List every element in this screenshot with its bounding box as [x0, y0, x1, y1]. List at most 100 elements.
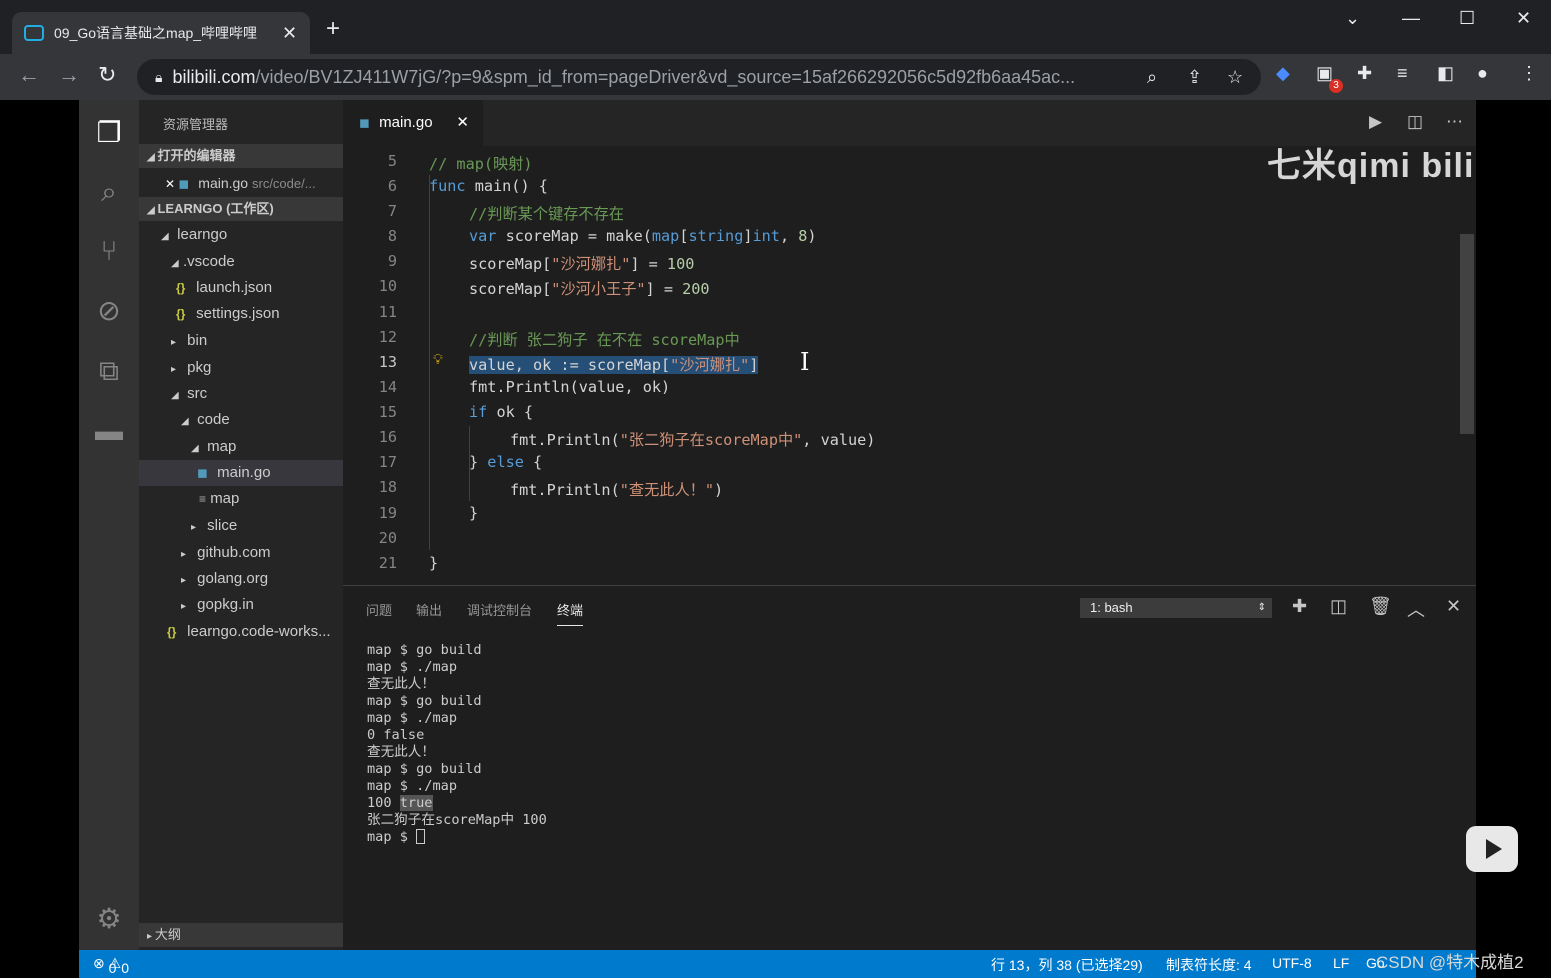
terminal-text: 100 [367, 795, 400, 811]
bookmark-star-icon[interactable]: ☆ [1227, 67, 1243, 88]
tree-folder-slice[interactable]: ▸ slice [139, 513, 343, 539]
close-tab-icon[interactable]: ✕ [282, 23, 297, 44]
editor-tab-label: main.go [379, 114, 433, 131]
tab-size[interactable]: 制表符长度: 4 [1166, 955, 1252, 975]
browser-menu-icon[interactable]: ⋮ [1520, 63, 1538, 84]
tree-file-map-binary[interactable]: ≡ map [139, 486, 343, 512]
terminal-line: map $ go build [367, 693, 482, 709]
search-icon[interactable]: ⌕ [92, 175, 126, 209]
url-path: /video/BV1ZJ411W7jG/?p=9&spm_id_from=pag… [255, 66, 1076, 87]
zoom-icon[interactable]: ⌕ [1147, 67, 1157, 88]
cursor-position[interactable]: 行 13，列 38 (已选择29) [991, 955, 1143, 975]
tab-terminal[interactable]: 终端 [557, 600, 584, 626]
tree-folder-vscode[interactable]: ◢ .vscode [139, 249, 343, 275]
split-editor-icon[interactable]: ◫ [1407, 112, 1423, 132]
close-panel-icon[interactable]: ✕ [1446, 596, 1461, 617]
outline-section[interactable]: ▸ 大纲 [139, 923, 343, 947]
extensions-puzzle-icon[interactable]: ✚ [1357, 63, 1372, 84]
errors-indicator[interactable]: ⊗ 0 ⚠︎ 0 [93, 955, 129, 976]
editor-tab-main-go[interactable]: ◼ main.go ✕ [343, 100, 483, 146]
open-editor-item[interactable]: ✕ ◼ main.go src/code/... [139, 170, 343, 196]
tab-search-icon[interactable]: ⌄ [1345, 8, 1360, 29]
back-icon[interactable]: ← [18, 64, 40, 86]
workspace-section[interactable]: ◢ LEARNGO (工作区) [139, 197, 343, 221]
side-panel-icon[interactable]: ◧ [1437, 63, 1454, 84]
debug-icon[interactable]: ⊘ [92, 294, 126, 328]
tree-folder-github[interactable]: ▸ github.com [139, 540, 343, 566]
new-tab-button[interactable]: + [326, 17, 340, 41]
extensions-icon[interactable]: ⧉ [92, 354, 126, 388]
tab-output[interactable]: 输出 [416, 600, 442, 619]
open-editor-path: src/code/... [251, 176, 316, 191]
tree-label: launch.json [196, 279, 273, 296]
settings-gear-icon[interactable]: ⚙ [92, 902, 126, 936]
tree-file-launch-json[interactable]: {} launch.json [139, 275, 343, 301]
terminal-line: 100 true [367, 795, 547, 812]
trash-icon[interactable]: 🗑︎ [1369, 596, 1392, 617]
terminal-line: map $ go build [367, 761, 482, 777]
tree-folder-golang[interactable]: ▸ golang.org [139, 566, 343, 592]
code-line: fmt.Println("张二狗子在scoreMap中", value) [510, 428, 875, 450]
tree-folder-gopkg[interactable]: ▸ gopkg.in [139, 592, 343, 618]
run-icon[interactable]: ▶ [1369, 112, 1382, 132]
split-terminal-icon[interactable]: ◫ [1330, 596, 1347, 617]
browser-tab[interactable]: 09_Go语言基础之map_哔哩哔哩 ✕ [12, 12, 310, 54]
tree-file-settings-json[interactable]: {} settings.json [139, 301, 343, 327]
tab-problems[interactable]: 问题 [366, 600, 392, 619]
tree-label: github.com [197, 544, 271, 561]
tree-folder-src[interactable]: ◢ src [139, 381, 343, 407]
terminal-highlight: true [399, 795, 433, 811]
json-file-icon: {} [176, 281, 186, 295]
text-cursor-icon: I [800, 348, 810, 376]
source-control-icon[interactable]: ⑂ [92, 234, 126, 268]
token: { [523, 453, 543, 471]
media-control-icon[interactable]: ≡ [1397, 63, 1408, 84]
more-actions-icon[interactable]: ⋯ [1446, 112, 1463, 132]
extension-diamond-icon[interactable]: ◆ [1276, 63, 1290, 84]
token: , value) [802, 431, 876, 449]
tree-folder-code[interactable]: ◢ code [139, 407, 343, 433]
line-number: 10 [378, 277, 397, 295]
tree-label: settings.json [196, 305, 280, 322]
line-ending[interactable]: LF [1333, 955, 1349, 971]
explorer-icon[interactable]: ❐ [92, 116, 126, 150]
line-number: 14 [378, 378, 397, 396]
tree-folder-map[interactable]: ◢ map [139, 434, 343, 460]
video-play-icon[interactable] [1466, 826, 1518, 872]
url-text[interactable]: bilibili.com/video/BV1ZJ411W7jG/?p=9&spm… [172, 67, 1122, 88]
terminal-line: map $ ./map [367, 659, 458, 675]
activity-bar: ❐ ⌕ ⑂ ⊘ ⧉ ▬ ⚙ [79, 100, 139, 950]
share-icon[interactable]: ⇪ [1187, 67, 1202, 88]
tree-label: map [207, 438, 237, 455]
tree-folder-pkg[interactable]: ▸ pkg [139, 355, 343, 381]
editor-scrollbar[interactable] [1460, 234, 1474, 434]
tree-file-main-go[interactable]: ◼ main.go [139, 460, 343, 486]
address-bar[interactable]: 🔒︎ bilibili.com/video/BV1ZJ411W7jG/?p=9&… [137, 59, 1261, 95]
minimize-icon[interactable]: — [1402, 8, 1420, 29]
folder-icon[interactable]: ▬ [92, 414, 126, 448]
open-editors-section[interactable]: ◢ 打开的编辑器 [139, 144, 343, 168]
close-tab-icon[interactable]: ✕ [456, 100, 469, 146]
reload-icon[interactable]: ↻ [98, 64, 116, 86]
tree-folder-learngo[interactable]: ◢ learngo [139, 222, 343, 248]
token: 200 [682, 280, 710, 298]
tree-label: bin [187, 332, 208, 349]
lightbulb-icon[interactable]: 💡︎ [433, 352, 443, 368]
encoding[interactable]: UTF-8 [1272, 955, 1312, 971]
code-editor[interactable]: 5 6 7 8 9 10 11 12 13 14 15 16 17 18 19 … [343, 146, 1476, 585]
tab-debug-console[interactable]: 调试控制台 [467, 600, 532, 619]
tree-folder-bin[interactable]: ▸ bin [139, 328, 343, 354]
maximize-icon[interactable]: ☐ [1459, 8, 1475, 29]
terminal-output[interactable]: map $ go build map $ ./map 查无此人！ map $ go b… [367, 642, 547, 846]
forward-icon[interactable]: → [58, 64, 80, 86]
window-close-icon[interactable]: ✕ [1516, 8, 1531, 29]
go-file-icon: ◼ [197, 465, 208, 480]
tree-file-workspace[interactable]: {} learngo.code-works... [139, 619, 343, 645]
new-terminal-icon[interactable]: ✚ [1292, 596, 1307, 617]
close-editor-icon[interactable]: ✕ [165, 177, 178, 191]
terminal-select[interactable]: 1: bash ⇕ [1080, 598, 1272, 618]
terminal-line: map $ ./map [367, 710, 458, 726]
token: if [469, 403, 488, 421]
profile-avatar-icon[interactable]: ● [1477, 63, 1488, 84]
maximize-panel-icon[interactable]: ︿ [1407, 596, 1425, 622]
